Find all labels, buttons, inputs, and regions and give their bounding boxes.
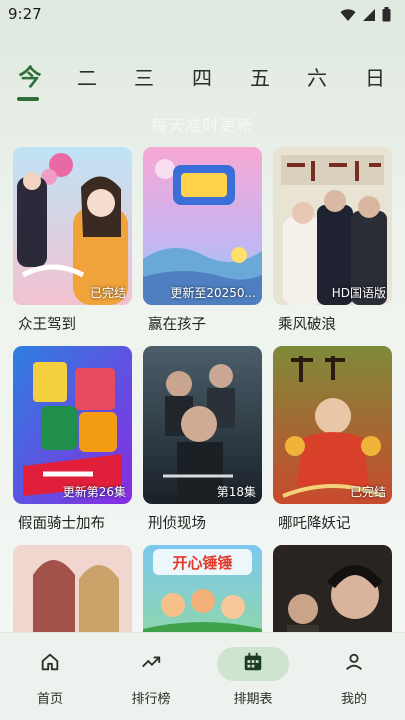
nav-schedule[interactable]: 排期表 bbox=[203, 633, 303, 720]
calendar-icon bbox=[242, 651, 264, 677]
schedule-subtitle: 每天准时更新 bbox=[151, 116, 254, 135]
episode-badge: 已完结 bbox=[349, 485, 386, 499]
tab-thursday[interactable]: 四 bbox=[182, 60, 222, 100]
status-time: 9:27 bbox=[8, 5, 42, 23]
poster-title-text: 开心锤锤 bbox=[172, 554, 232, 572]
nav-home[interactable]: 首页 bbox=[0, 633, 100, 720]
weekday-tabs: 今 二 三 四 五 六 日 bbox=[0, 60, 405, 104]
nav-schedule-label: 排期表 bbox=[233, 692, 273, 707]
tab-saturday[interactable]: 六 bbox=[297, 60, 337, 100]
show-poster[interactable]: 已完结 bbox=[13, 147, 132, 305]
show-title: 乘风破浪 bbox=[278, 317, 336, 333]
tab-friday[interactable]: 五 bbox=[240, 60, 280, 100]
show-title: 众王驾到 bbox=[18, 317, 76, 333]
bottom-navigation: 首页 排行榜 排期表 我的 bbox=[0, 632, 405, 720]
episode-badge: 已完结 bbox=[89, 286, 126, 300]
show-poster[interactable]: 更新第26集 bbox=[13, 346, 132, 504]
battery-icon bbox=[382, 7, 391, 26]
show-card[interactable]: 更新第26集 假面骑士加布 bbox=[13, 346, 132, 532]
episode-badge: HD国语版 bbox=[331, 286, 386, 300]
show-poster[interactable]: 已完结 bbox=[273, 346, 392, 504]
nav-profile-label: 我的 bbox=[340, 692, 367, 707]
home-icon bbox=[39, 651, 61, 677]
show-title: 假面骑士加布 bbox=[18, 516, 105, 532]
signal-icon bbox=[362, 7, 376, 26]
person-icon bbox=[343, 651, 365, 677]
show-title: 赢在孩子 bbox=[148, 317, 206, 333]
show-card[interactable]: 第18集 刑侦现场 bbox=[143, 346, 262, 532]
nav-ranking-label: 排行榜 bbox=[131, 692, 171, 707]
nav-home-label: 首页 bbox=[36, 692, 63, 707]
episode-badge: 更新至20250... bbox=[170, 286, 256, 300]
show-poster[interactable]: 第18集 bbox=[143, 346, 262, 504]
show-card[interactable]: HD国语版 乘风破浪 bbox=[273, 147, 392, 333]
show-card[interactable]: 更新至20250... 赢在孩子 bbox=[143, 147, 262, 333]
trending-icon bbox=[140, 651, 162, 677]
tab-today[interactable]: 今 bbox=[10, 60, 50, 100]
active-tab-indicator bbox=[17, 97, 39, 101]
show-poster[interactable]: 更新至20250... bbox=[143, 147, 262, 305]
show-card[interactable]: 已完结 众王驾到 bbox=[13, 147, 132, 333]
tab-tuesday[interactable]: 二 bbox=[67, 60, 107, 100]
wifi-icon bbox=[340, 7, 356, 26]
show-title: 刑侦现场 bbox=[148, 516, 206, 532]
tab-wednesday[interactable]: 三 bbox=[124, 60, 164, 100]
show-card[interactable]: 已完结 哪吒降妖记 bbox=[273, 346, 392, 532]
episode-badge: 第18集 bbox=[216, 485, 256, 499]
nav-ranking[interactable]: 排行榜 bbox=[101, 633, 201, 720]
nav-profile[interactable]: 我的 bbox=[304, 633, 404, 720]
tab-sunday[interactable]: 日 bbox=[355, 60, 395, 100]
status-bar: 9:27 bbox=[0, 0, 405, 28]
show-title: 哪吒降妖记 bbox=[278, 516, 351, 532]
episode-badge: 更新第26集 bbox=[62, 485, 126, 499]
show-poster[interactable]: HD国语版 bbox=[273, 147, 392, 305]
